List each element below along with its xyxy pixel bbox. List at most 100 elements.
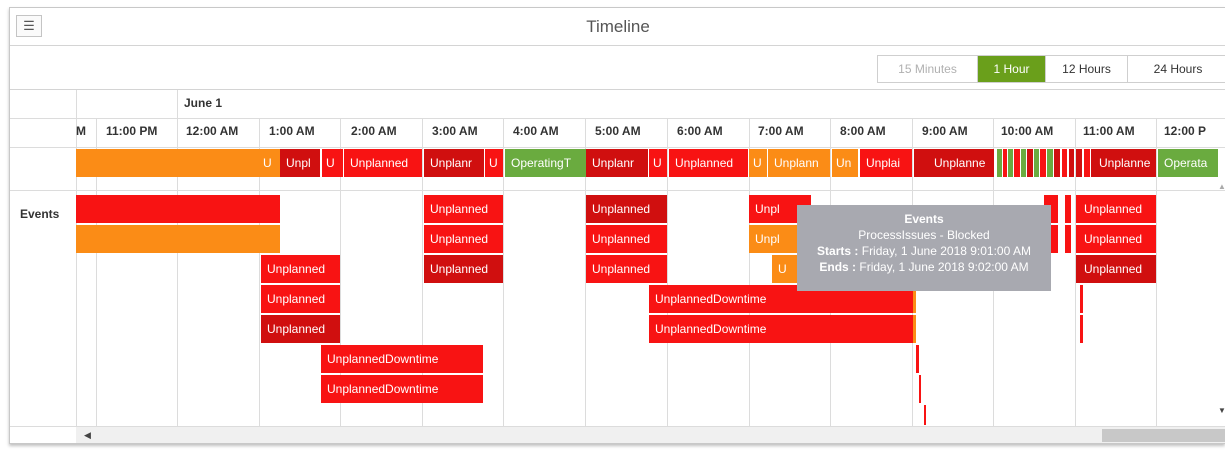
- hour-label: 8:00 AM: [840, 124, 886, 138]
- state-bar[interactable]: U: [259, 149, 280, 177]
- hour-label: 12:00 AM: [186, 124, 239, 138]
- event-bar[interactable]: Unplanned: [261, 315, 340, 343]
- zoom-24-hours-button[interactable]: 24 Hours: [1128, 56, 1225, 82]
- hour-label: 3:00 AM: [432, 124, 478, 138]
- state-bar[interactable]: Operata: [1158, 149, 1218, 177]
- event-bar[interactable]: [1080, 315, 1083, 343]
- state-bar[interactable]: [1062, 149, 1067, 177]
- event-bar[interactable]: Unplanned: [586, 225, 667, 253]
- state-bar[interactable]: [1054, 149, 1060, 177]
- state-bar[interactable]: Unplann: [768, 149, 830, 177]
- grid-vline: [1156, 118, 1157, 427]
- panel-header: ☰ Timeline: [10, 8, 1225, 46]
- event-bar[interactable]: Unplanned: [1076, 225, 1156, 253]
- scroll-left-arrow-icon[interactable]: ◀: [84, 430, 91, 441]
- scroll-up-arrow-icon[interactable]: ▲: [1218, 182, 1225, 191]
- state-bar[interactable]: Unplanned: [344, 149, 422, 177]
- state-bar[interactable]: [1027, 149, 1033, 177]
- zoom-toolbar: 15 Minutes 1 Hour 12 Hours 24 Hours: [10, 46, 1225, 90]
- state-bar[interactable]: [1003, 149, 1007, 177]
- event-bar[interactable]: [924, 405, 926, 425]
- state-bar[interactable]: Unplanne: [1091, 149, 1156, 177]
- state-bar[interactable]: Unplanr: [586, 149, 648, 177]
- grid-vline: [76, 90, 77, 427]
- event-tooltip: Events ProcessIssues - Blocked Starts : …: [797, 205, 1051, 291]
- zoom-12-hours-button[interactable]: 12 Hours: [1046, 56, 1128, 82]
- event-bar[interactable]: Unplanned: [1076, 255, 1156, 283]
- hour-label: 4:00 AM: [513, 124, 559, 138]
- state-bar[interactable]: Unplanned: [669, 149, 748, 177]
- tooltip-starts: Starts : Friday, 1 June 2018 9:01:00 AM: [797, 243, 1051, 259]
- event-bar[interactable]: Unplanned: [586, 195, 667, 223]
- grid-hline: [10, 190, 1225, 191]
- state-bar[interactable]: Unplai: [860, 149, 912, 177]
- event-bar[interactable]: [1080, 285, 1083, 313]
- state-bar[interactable]: Unplanne: [914, 149, 994, 177]
- event-bar[interactable]: [913, 315, 916, 343]
- event-bar[interactable]: Unplanned: [586, 255, 667, 283]
- event-bar[interactable]: [916, 345, 919, 373]
- state-bar[interactable]: Un: [832, 149, 858, 177]
- state-bar[interactable]: [1047, 149, 1053, 177]
- zoom-button-group: 15 Minutes 1 Hour 12 Hours 24 Hours: [877, 55, 1225, 83]
- hour-label: 9:00 AM: [922, 124, 968, 138]
- tooltip-starts-value: Friday, 1 June 2018 9:01:00 AM: [861, 244, 1031, 258]
- state-bar[interactable]: U: [485, 149, 503, 177]
- event-bar[interactable]: Unplanned: [424, 195, 503, 223]
- hour-label: 10:00 AM: [1001, 124, 1054, 138]
- event-bar[interactable]: Unplanned: [261, 255, 340, 283]
- event-bar[interactable]: UnplannedDowntime: [649, 315, 913, 343]
- event-bar[interactable]: Unplanned: [261, 285, 340, 313]
- state-bar[interactable]: U: [749, 149, 767, 177]
- hour-label: 2:00 AM: [351, 124, 397, 138]
- state-bar[interactable]: [1084, 149, 1090, 177]
- event-bar[interactable]: [919, 375, 921, 403]
- state-bar[interactable]: [1069, 149, 1074, 177]
- hour-label: 7:00 AM: [758, 124, 804, 138]
- event-bar[interactable]: UnplannedDowntime: [321, 345, 483, 373]
- hour-label: 11:00 AM: [1083, 124, 1135, 138]
- hour-label: 12:00 P: [1164, 124, 1207, 138]
- event-bar[interactable]: [76, 225, 280, 253]
- state-bar[interactable]: [1034, 149, 1039, 177]
- state-bar[interactable]: [1076, 149, 1082, 177]
- state-bar[interactable]: U: [322, 149, 343, 177]
- state-bar[interactable]: Unplanr: [424, 149, 484, 177]
- event-bar[interactable]: Unplanned: [424, 225, 503, 253]
- hour-label: 1:00 AM: [269, 124, 315, 138]
- tooltip-title: Events: [904, 212, 944, 226]
- event-bar[interactable]: [1065, 225, 1071, 253]
- horizontal-scrollbar[interactable]: [76, 427, 1225, 443]
- state-bar[interactable]: [997, 149, 1002, 177]
- state-bar[interactable]: [76, 149, 259, 177]
- grid-vline: [667, 118, 668, 427]
- state-bar[interactable]: OperatingT: [505, 149, 586, 177]
- event-bar[interactable]: [1065, 195, 1071, 223]
- tooltip-starts-label: Starts :: [817, 244, 859, 258]
- hour-label: M: [76, 124, 86, 138]
- row-label-events: Events: [20, 207, 60, 221]
- state-bar[interactable]: [1008, 149, 1013, 177]
- day-label: June 1: [184, 96, 223, 110]
- state-bar[interactable]: [1014, 149, 1020, 177]
- event-bar[interactable]: Unplanned: [1076, 195, 1156, 223]
- state-bar[interactable]: U: [649, 149, 667, 177]
- hour-label: 5:00 AM: [595, 124, 641, 138]
- event-bar[interactable]: Unplanned: [424, 255, 503, 283]
- page-title: Timeline: [586, 17, 650, 36]
- hour-label: 6:00 AM: [677, 124, 723, 138]
- horizontal-scroll-thumb[interactable]: [1102, 429, 1225, 442]
- tooltip-ends: Ends : Friday, 1 June 2018 9:02:00 AM: [797, 259, 1051, 275]
- event-bar[interactable]: [76, 195, 280, 223]
- timeline-panel: ☰ Timeline 15 Minutes 1 Hour 12 Hours 24…: [9, 7, 1225, 444]
- tooltip-subtitle: ProcessIssues - Blocked: [858, 228, 990, 242]
- state-bar[interactable]: [1021, 149, 1026, 177]
- event-bar[interactable]: UnplannedDowntime: [321, 375, 483, 403]
- scroll-down-arrow-icon[interactable]: ▼: [1218, 406, 1225, 415]
- zoom-1-hour-button[interactable]: 1 Hour: [978, 56, 1046, 82]
- zoom-15-minutes-button[interactable]: 15 Minutes: [878, 56, 978, 82]
- state-bar[interactable]: Unpl: [280, 149, 320, 177]
- state-bar[interactable]: [1040, 149, 1046, 177]
- grid-vline: [503, 118, 504, 427]
- hour-label: 11:00 PM: [106, 124, 158, 138]
